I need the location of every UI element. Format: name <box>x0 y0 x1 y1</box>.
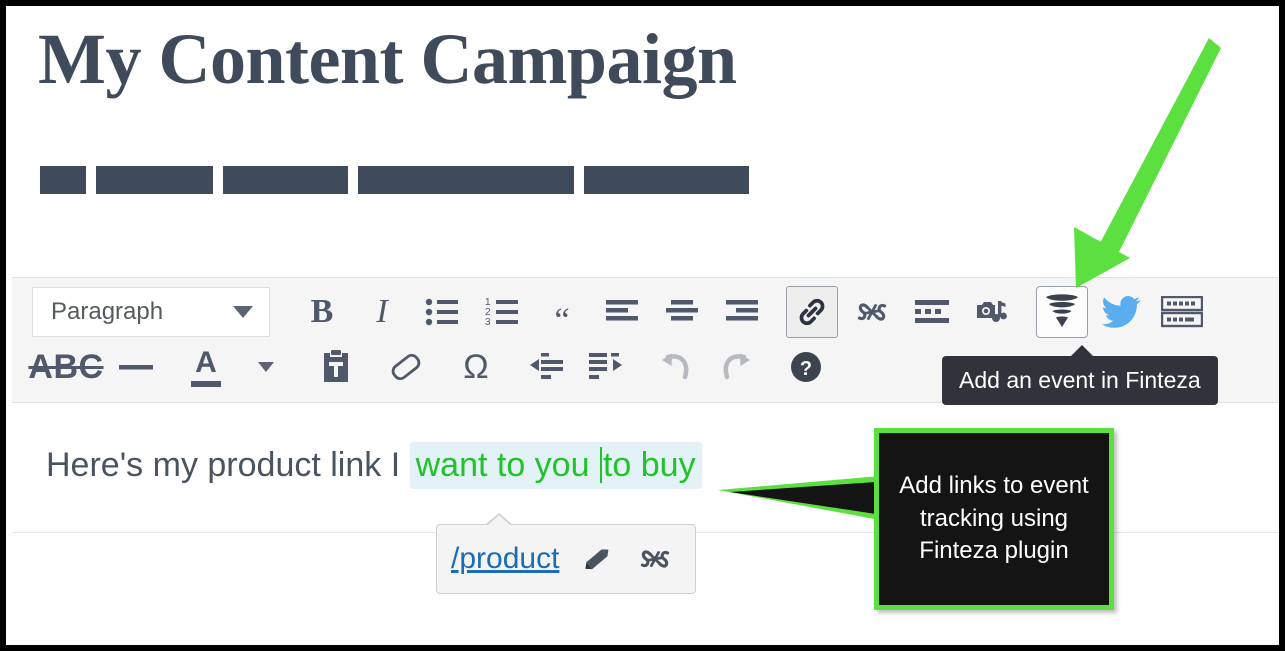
insert-link-button[interactable] <box>786 286 838 338</box>
unlink-icon <box>857 303 887 321</box>
bulleted-list-icon <box>425 298 458 326</box>
twitter-bird-icon <box>1102 296 1141 328</box>
callout-text: Add links to event tracking using Fintez… <box>899 472 1089 565</box>
clear-formatting-button[interactable] <box>380 341 432 393</box>
align-left-icon <box>606 300 638 321</box>
special-character-button[interactable]: Ω <box>450 341 502 393</box>
toolbar-row-1: Paragraph B I 1 2 3 “ <box>32 284 1259 340</box>
align-center-icon <box>666 300 698 321</box>
link-icon <box>799 298 825 326</box>
link-text-before-caret: want to you <box>415 446 599 484</box>
annotation-callout: Add links to event tracking using Fintez… <box>874 428 1114 610</box>
read-more-icon <box>915 300 949 323</box>
chevron-down-icon <box>258 362 274 372</box>
indent-icon <box>589 353 622 379</box>
nav-block-2 <box>96 166 213 194</box>
media-icon <box>977 301 1007 322</box>
bulleted-list-button[interactable] <box>416 286 468 338</box>
numbered-list-button[interactable]: 1 2 3 <box>476 286 528 338</box>
editor-screenshot: My Content Campaign Paragraph B I 1 2 3 … <box>0 0 1285 651</box>
remove-link-button[interactable] <box>637 542 673 576</box>
undo-arrow-icon <box>662 353 689 380</box>
paragraph-plain-text: Here's my product link I <box>46 446 410 484</box>
clipboard-text-icon <box>324 350 348 382</box>
nav-block-3 <box>223 166 348 194</box>
selected-link-text[interactable]: want to you to buy <box>409 442 702 489</box>
horizontal-rule-icon <box>119 365 153 370</box>
keyboard-icon <box>1161 296 1203 328</box>
redo-arrow-icon <box>723 353 750 380</box>
format-select-value: Paragraph <box>51 298 164 325</box>
eraser-icon <box>391 353 421 381</box>
svg-text:?: ? <box>800 358 812 380</box>
numbered-list-icon: 1 2 3 <box>485 297 518 327</box>
italic-button[interactable]: I <box>356 286 408 338</box>
twitter-button[interactable] <box>1096 286 1148 338</box>
read-more-button[interactable] <box>906 286 958 338</box>
quote-icon: “ <box>554 302 570 339</box>
paste-as-text-button[interactable] <box>310 341 362 393</box>
undo-button[interactable] <box>650 341 702 393</box>
finteza-tooltip: Add an event in Finteza <box>942 345 1218 405</box>
text-color-dropdown-button[interactable] <box>240 341 292 393</box>
blockquote-button[interactable]: “ <box>536 286 588 338</box>
link-text-after-caret: to buy <box>602 446 696 484</box>
page-title: My Content Campaign <box>38 19 737 99</box>
text-color-letter: A <box>195 345 217 379</box>
nav-block-4 <box>358 166 574 194</box>
keyboard-shortcuts-button[interactable] <box>1156 286 1208 338</box>
align-right-button[interactable] <box>716 286 768 338</box>
format-select[interactable]: Paragraph <box>32 287 270 337</box>
indent-button[interactable] <box>580 341 632 393</box>
bold-icon: B <box>310 293 334 330</box>
editor-paragraph[interactable]: Here's my product link I want to you to … <box>46 442 702 489</box>
redo-button[interactable] <box>710 341 762 393</box>
insert-media-button[interactable] <box>966 286 1018 338</box>
nav-block-1 <box>40 166 86 194</box>
nav-block-5 <box>584 166 749 194</box>
redacted-nav-strip <box>40 166 749 194</box>
align-right-icon <box>726 300 758 321</box>
omega-icon: Ω <box>463 348 489 386</box>
strikethrough-icon: ABC <box>28 348 104 386</box>
bold-button[interactable]: B <box>296 286 348 338</box>
outdent-button[interactable] <box>520 341 572 393</box>
unlink-button[interactable] <box>846 286 898 338</box>
unlink-icon <box>641 550 670 568</box>
outdent-icon <box>530 353 563 379</box>
link-preview-popup: /product <box>436 513 696 594</box>
tooltip-text: Add an event in Finteza <box>959 367 1201 393</box>
pencil-icon <box>585 549 609 570</box>
finteza-funnel-icon <box>1046 294 1078 327</box>
text-caret <box>599 447 602 483</box>
strikethrough-button[interactable]: ABC <box>28 341 103 393</box>
svg-text:3: 3 <box>485 317 491 327</box>
text-color-swatch <box>191 380 221 387</box>
green-pointer-arrow <box>1074 38 1221 288</box>
italic-icon: I <box>376 293 388 330</box>
text-color-button[interactable]: A <box>180 341 232 393</box>
chevron-down-icon <box>233 306 253 318</box>
text-color-a-icon: A <box>191 345 221 387</box>
finteza-event-button[interactable] <box>1036 286 1088 338</box>
link-url[interactable]: /product <box>451 542 559 576</box>
horizontal-rule-button[interactable] <box>110 341 162 393</box>
align-center-button[interactable] <box>656 286 708 338</box>
align-left-button[interactable] <box>596 286 648 338</box>
edit-link-button[interactable] <box>581 543 615 575</box>
help-button[interactable]: ? <box>780 341 832 393</box>
question-mark-circle-icon: ? <box>791 352 821 382</box>
